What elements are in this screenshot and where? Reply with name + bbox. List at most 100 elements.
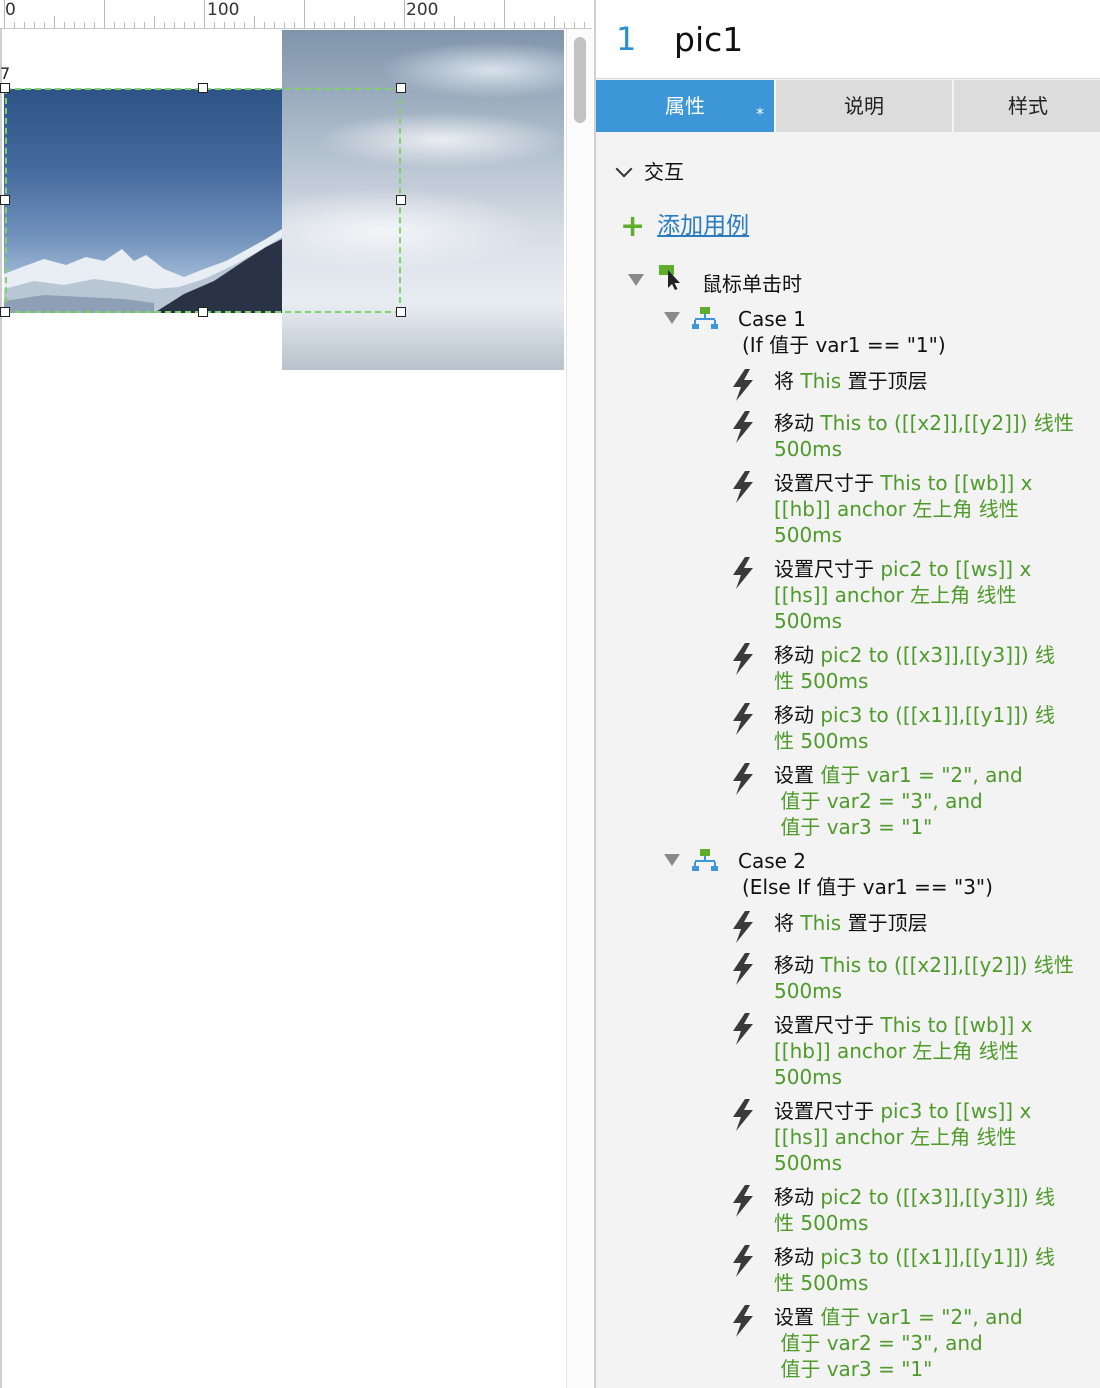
ruler-tick bbox=[464, 22, 465, 28]
action-verb-text: 将 bbox=[774, 911, 801, 935]
action-verb-text: 设置 bbox=[774, 763, 821, 787]
ruler-tick bbox=[84, 22, 85, 28]
ruler-tick bbox=[484, 22, 485, 28]
tab-notes-label: 说明 bbox=[844, 94, 884, 118]
tab-style[interactable]: 样式 bbox=[954, 80, 1100, 132]
inspector-panel: 1 pic1 属性 * 说明 样式 交互 + 添加用例 鼠标单击时 Case 1(… bbox=[594, 0, 1100, 1388]
resize-handle[interactable] bbox=[396, 307, 406, 317]
resize-handle[interactable] bbox=[396, 195, 406, 205]
ruler-tick bbox=[534, 22, 535, 28]
resize-handle[interactable] bbox=[198, 83, 208, 93]
ruler-tick bbox=[224, 22, 225, 28]
resize-handle[interactable] bbox=[0, 195, 10, 205]
ruler-tick bbox=[264, 22, 265, 28]
ruler-tick bbox=[144, 22, 145, 28]
expand-triangle-icon bbox=[628, 274, 644, 286]
ruler-tick bbox=[374, 22, 375, 28]
selection-outline bbox=[5, 88, 401, 313]
ruler-tick bbox=[364, 22, 365, 28]
action-verb-text: 移动 bbox=[774, 411, 821, 435]
ruler-tick bbox=[14, 22, 15, 28]
ruler-tick bbox=[514, 22, 515, 28]
ruler-tick bbox=[164, 22, 165, 28]
lightning-bolt-icon bbox=[733, 1185, 753, 1217]
ruler-tick bbox=[564, 22, 565, 28]
action-target-text: 值于 var1 = "2", and bbox=[820, 1305, 1023, 1329]
section-title: 交互 bbox=[644, 160, 684, 184]
ruler-tick bbox=[474, 22, 475, 28]
case-icon bbox=[692, 307, 718, 329]
ruler-tick bbox=[34, 22, 35, 28]
ruler-tick bbox=[194, 22, 195, 28]
ruler-label-200: 200 bbox=[406, 0, 439, 20]
ruler-tick bbox=[324, 22, 325, 28]
vertical-scrollbar[interactable] bbox=[566, 29, 593, 1388]
widget-name[interactable]: pic1 bbox=[674, 20, 743, 59]
ruler-tick bbox=[444, 22, 445, 28]
ruler-tick bbox=[134, 22, 135, 28]
action-description: 设置 值于 var1 = "2", and 值于 var2 = "3", and… bbox=[774, 1304, 1074, 1382]
add-case-link[interactable]: + 添加用例 bbox=[620, 206, 749, 244]
ruler-tick bbox=[574, 22, 575, 28]
action-verb-text: 移动 bbox=[774, 1185, 821, 1209]
action-description: 移动 pic2 to ([[x3]],[[y3]]) 线性 500ms bbox=[774, 642, 1074, 694]
tab-style-label: 样式 bbox=[1008, 94, 1048, 118]
action-target-text: This bbox=[800, 369, 842, 393]
tab-notes[interactable]: 说明 bbox=[776, 80, 952, 132]
note-marker[interactable]: 7 bbox=[0, 64, 13, 83]
ruler-tick bbox=[94, 22, 95, 28]
action-target-text: This bbox=[800, 911, 842, 935]
action-description: 移动 This to ([[x2]],[[y2]]) 线性 500ms bbox=[774, 410, 1074, 462]
ruler-tick bbox=[174, 22, 175, 28]
resize-handle[interactable] bbox=[198, 307, 208, 317]
resize-handle[interactable] bbox=[0, 307, 10, 317]
action-description: 设置 值于 var1 = "2", and 值于 var2 = "3", and… bbox=[774, 762, 1074, 840]
action-description: 设置尺寸于 pic2 to [[ws]] x [[hs]] anchor 左上角… bbox=[774, 556, 1074, 634]
action-target-text: 值于 var3 = "1" bbox=[780, 1357, 933, 1381]
case-title: Case 1 bbox=[738, 307, 807, 331]
chevron-down-icon bbox=[615, 160, 633, 178]
lightning-bolt-icon bbox=[733, 471, 753, 503]
ruler-tick bbox=[334, 22, 335, 28]
inspector-header: 1 pic1 bbox=[596, 0, 1100, 79]
ruler-tick bbox=[54, 16, 55, 28]
resize-handle[interactable] bbox=[396, 83, 406, 93]
ruler-tick bbox=[4, 0, 5, 28]
ruler-tick bbox=[244, 22, 245, 28]
tab-modified-mark: * bbox=[756, 104, 764, 123]
ruler-tick bbox=[124, 22, 125, 28]
action-target-text: 值于 var3 = "1" bbox=[780, 815, 933, 839]
action-verb-text: 设置尺寸于 bbox=[774, 557, 881, 581]
case-icon bbox=[692, 849, 718, 871]
ruler-tick bbox=[494, 22, 495, 28]
ruler-tick bbox=[434, 22, 435, 28]
lightning-bolt-icon bbox=[733, 911, 753, 943]
horizontal-ruler: 0 100 200 bbox=[0, 0, 592, 29]
action-verb-text: 将 bbox=[774, 369, 801, 393]
ruler-tick bbox=[504, 0, 505, 28]
ruler-tick bbox=[254, 16, 255, 28]
scrollbar-thumb[interactable] bbox=[574, 37, 586, 123]
action-description: 将 This 置于顶层 bbox=[774, 910, 1074, 936]
ruler-tick bbox=[274, 22, 275, 28]
interactions-section-header[interactable]: 交互 bbox=[614, 156, 684, 185]
ruler-tick bbox=[294, 22, 295, 28]
action-description: 移动 pic3 to ([[x1]],[[y1]]) 线性 500ms bbox=[774, 702, 1074, 754]
ruler-tick bbox=[404, 0, 405, 28]
tab-properties[interactable]: 属性 * bbox=[596, 80, 774, 132]
ruler-label-100: 100 bbox=[207, 0, 240, 20]
ruler-tick bbox=[524, 22, 525, 28]
resize-handle[interactable] bbox=[0, 83, 10, 93]
ruler-tick bbox=[344, 22, 345, 28]
ruler-tick bbox=[544, 22, 545, 28]
ruler-tick bbox=[64, 22, 65, 28]
event-label: 鼠标单击时 bbox=[702, 272, 802, 296]
case-title: Case 2 bbox=[738, 849, 807, 873]
lightning-bolt-icon bbox=[733, 411, 753, 443]
action-description: 移动 pic2 to ([[x3]],[[y3]]) 线性 500ms bbox=[774, 1184, 1074, 1236]
action-verb-text: 设置尺寸于 bbox=[774, 1013, 881, 1037]
ruler-tick bbox=[584, 22, 585, 28]
ruler-tick bbox=[284, 22, 285, 28]
lightning-bolt-icon bbox=[733, 763, 753, 795]
action-description: 设置尺寸于 This to [[wb]] x [[hb]] anchor 左上角… bbox=[774, 470, 1074, 548]
